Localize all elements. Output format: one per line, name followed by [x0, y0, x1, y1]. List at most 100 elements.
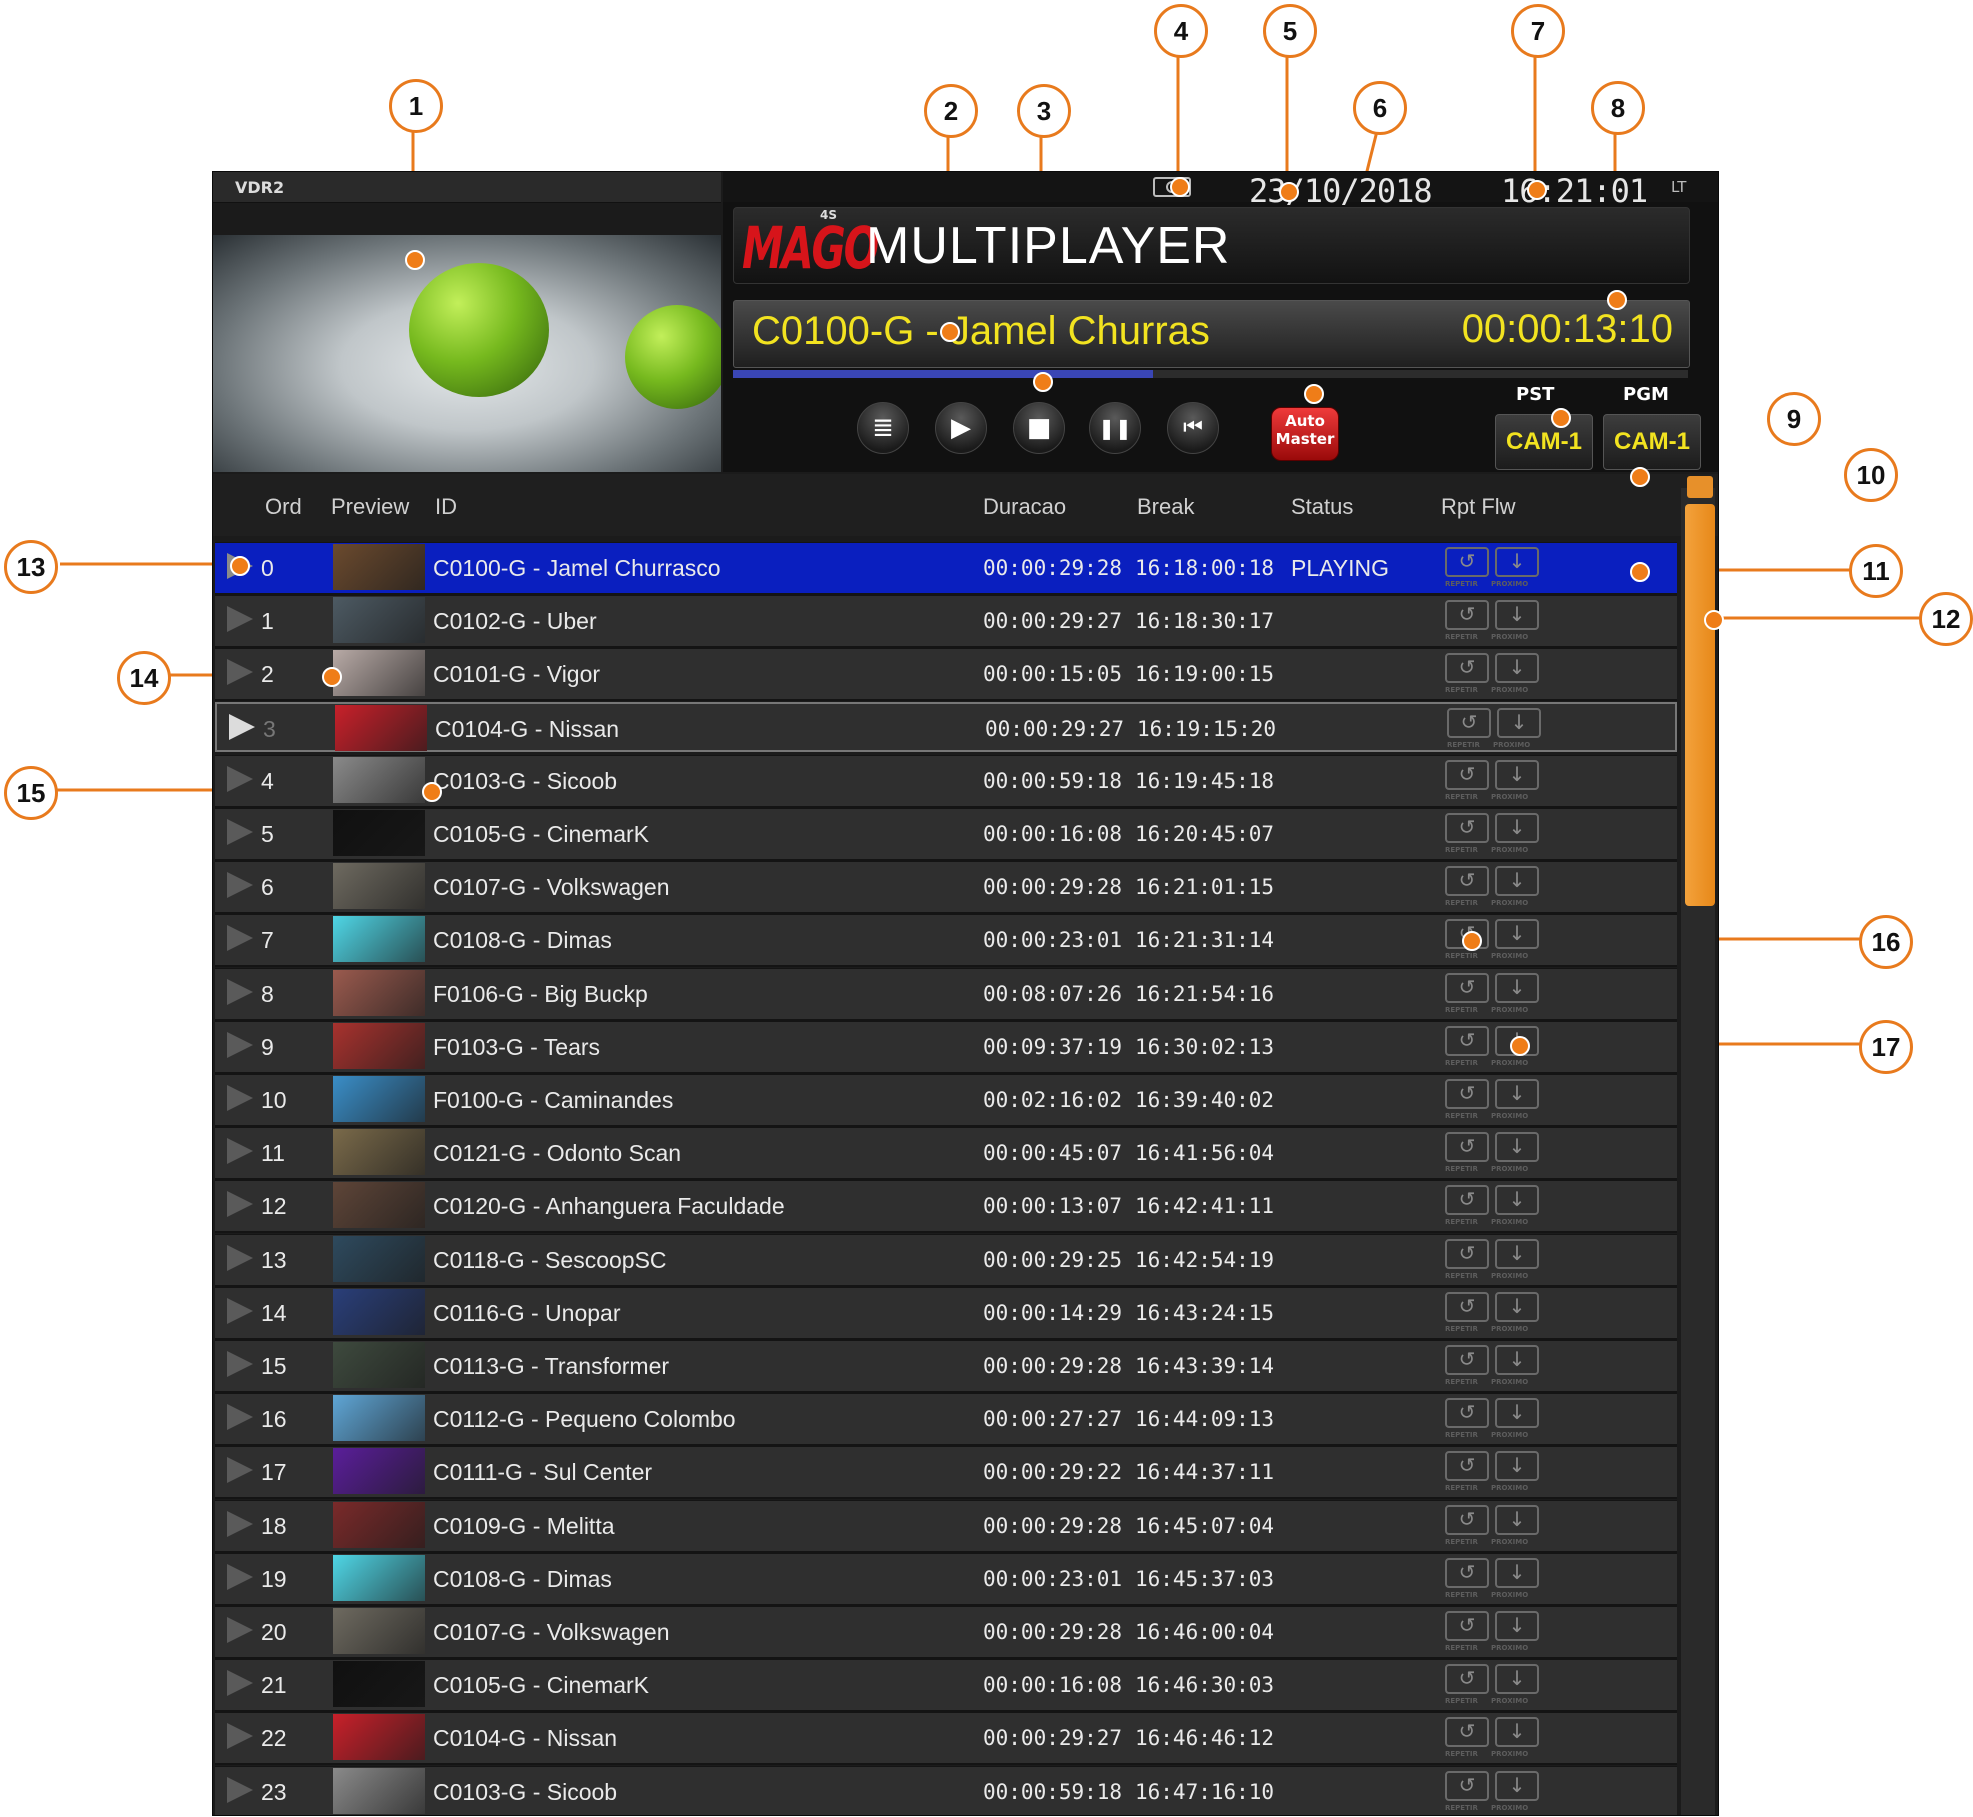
row-play-icon[interactable] [229, 713, 255, 740]
table-row[interactable]: 6 C0107-G - Volkswagen 00:00:29:28 16:21:01… [215, 861, 1677, 915]
follow-next-icon[interactable]: ↓ [1495, 1238, 1539, 1269]
repeat-icon[interactable]: ↺ [1445, 1664, 1489, 1695]
follow-next-icon[interactable]: ↓ [1495, 1557, 1539, 1588]
table-row[interactable]: 14 C0116-G - Unopar 00:00:14:29 16:43:24:15… [215, 1286, 1677, 1340]
follow-next-icon[interactable]: ↓ [1495, 759, 1539, 790]
scrollbar-thumb[interactable] [1685, 504, 1715, 906]
row-preview-thumbnail[interactable] [333, 1395, 425, 1442]
repeat-icon[interactable]: ↺ [1445, 1504, 1489, 1535]
row-preview-thumbnail[interactable] [333, 1288, 425, 1335]
follow-next-icon[interactable]: ↓ [1495, 1185, 1539, 1216]
table-row[interactable]: 15 C0113-G - Transformer 00:00:29:28 16:43:… [215, 1340, 1677, 1393]
row-play-icon[interactable] [227, 1617, 253, 1643]
col-duration[interactable]: Duracao [983, 494, 1066, 520]
repeat-icon[interactable]: ↺ [1445, 1025, 1489, 1056]
follow-next-icon[interactable]: ↓ [1495, 1717, 1539, 1748]
follow-next-icon[interactable]: ↓ [1495, 1611, 1539, 1641]
follow-next-icon[interactable]: ↓ [1495, 1504, 1539, 1535]
table-row[interactable]: 19 C0108-G - Dimas 00:00:23:01 16:45:37:03 ↺… [215, 1552, 1677, 1606]
row-preview-thumbnail[interactable] [333, 1554, 425, 1601]
row-preview-thumbnail[interactable] [333, 969, 425, 1016]
row-preview-thumbnail[interactable] [333, 1608, 425, 1654]
row-play-icon[interactable] [227, 1670, 253, 1697]
repeat-icon[interactable]: ↺ [1445, 813, 1489, 843]
repeat-icon[interactable]: ↺ [1445, 653, 1489, 684]
table-row[interactable]: 10 F0100-G - Caminandes 00:02:16:02 16:39:4… [215, 1074, 1677, 1127]
row-preview-thumbnail[interactable] [333, 1235, 425, 1282]
row-play-icon[interactable] [227, 765, 253, 792]
row-play-icon[interactable] [227, 1404, 253, 1431]
row-play-icon[interactable] [227, 1351, 253, 1377]
scroll-up-button[interactable] [1687, 476, 1713, 498]
follow-next-icon[interactable]: ↓ [1495, 919, 1539, 950]
follow-next-icon[interactable]: ↓ [1495, 972, 1539, 1003]
table-row[interactable]: 1 C0102-G - Uber 00:00:29:27 16:18:30:17 ↺ ↓ R… [215, 595, 1677, 649]
col-rpt-flw[interactable]: Rpt Flw [1441, 494, 1516, 520]
row-play-icon[interactable] [227, 659, 253, 686]
row-play-icon[interactable] [227, 1457, 253, 1484]
row-play-icon[interactable] [227, 1563, 253, 1590]
table-row[interactable]: 21 C0105-G - CinemarK 00:00:16:08 16:46:30:… [215, 1659, 1677, 1713]
col-break[interactable]: Break [1137, 494, 1194, 520]
follow-next-icon[interactable]: ↓ [1495, 866, 1539, 897]
follow-next-icon[interactable]: ↓ [1495, 547, 1539, 577]
pgm-source-button[interactable]: CAM-1 [1603, 414, 1701, 470]
repeat-icon[interactable]: ↺ [1445, 1185, 1489, 1216]
follow-next-icon[interactable]: ↓ [1495, 1291, 1539, 1322]
follow-next-icon[interactable]: ↓ [1495, 1451, 1539, 1482]
row-preview-thumbnail[interactable] [335, 704, 427, 751]
row-play-icon[interactable] [227, 872, 253, 899]
stop-button[interactable]: ■ [1013, 402, 1065, 454]
row-preview-thumbnail[interactable] [333, 1661, 425, 1708]
auto-master-button[interactable]: Auto Master [1271, 407, 1339, 461]
follow-next-icon[interactable]: ↓ [1495, 1664, 1539, 1695]
table-row[interactable]: 5 C0105-G - CinemarK 00:00:16:08 16:20:45:0… [215, 808, 1677, 861]
restart-button[interactable]: ⏮ [1167, 402, 1219, 454]
row-play-icon[interactable] [227, 925, 253, 952]
table-row[interactable]: 8 F0106-G - Big Buckp 00:08:07:26 16:21:54:… [215, 967, 1677, 1021]
table-row[interactable]: 9F0103-G - Tears00:09:37:1916:30:02:13↺↓… [215, 1020, 1677, 1074]
row-preview-thumbnail[interactable] [333, 1501, 425, 1548]
row-play-icon[interactable] [227, 606, 253, 633]
follow-next-icon[interactable]: ↓ [1495, 1770, 1539, 1801]
play-button[interactable]: ▶ [935, 402, 987, 454]
row-preview-thumbnail[interactable] [333, 1076, 425, 1122]
table-row[interactable]: 23 C0103-G - Sicoob 00:00:59:18 16:47:16:10… [215, 1765, 1677, 1815]
follow-next-icon[interactable]: ↓ [1495, 600, 1539, 631]
pst-source-button[interactable]: CAM-1 [1495, 414, 1593, 470]
row-preview-thumbnail[interactable] [333, 1714, 425, 1761]
row-preview-thumbnail[interactable] [333, 810, 425, 856]
table-row[interactable]: 13 C0118-G - SescoopSC 00:00:29:25 16:42:54… [215, 1233, 1677, 1287]
follow-next-icon[interactable]: ↓ [1495, 653, 1539, 684]
row-play-icon[interactable] [227, 1085, 253, 1111]
col-ord[interactable]: Ord [265, 494, 302, 520]
row-preview-thumbnail[interactable] [333, 916, 425, 963]
table-row[interactable]: 3 C0104-G - Nissan 00:00:29:27 16:19:15:20 ↺… [215, 701, 1677, 752]
table-row[interactable]: 18 C0109-G - Melitta 00:00:29:28 16:45:07:0… [215, 1499, 1677, 1553]
repeat-icon[interactable]: ↺ [1445, 759, 1489, 790]
repeat-icon[interactable]: ↺ [1445, 600, 1489, 631]
follow-next-icon[interactable]: ↓ [1495, 813, 1539, 843]
row-preview-thumbnail[interactable] [333, 1342, 425, 1388]
table-row[interactable]: 16 C0112-G - Pequeno Colombo 00:00:27:27 16… [215, 1393, 1677, 1447]
follow-next-icon[interactable]: ↓ [1495, 1398, 1539, 1429]
table-row[interactable]: 11 C0121-G - Odonto Scan 00:00:45:07 16:41:… [215, 1127, 1677, 1181]
row-preview-thumbnail[interactable] [333, 1448, 425, 1495]
repeat-icon[interactable]: ↺ [1445, 547, 1489, 577]
row-preview-thumbnail[interactable] [333, 1182, 425, 1229]
follow-next-icon[interactable]: ↓ [1495, 1132, 1539, 1163]
playback-progress-bar[interactable] [733, 370, 1688, 378]
follow-next-icon[interactable]: ↓ [1495, 1079, 1539, 1109]
col-status[interactable]: Status [1291, 494, 1353, 520]
row-play-icon[interactable] [227, 1510, 253, 1537]
row-play-icon[interactable] [227, 1031, 253, 1058]
row-play-icon[interactable] [227, 1244, 253, 1271]
repeat-icon[interactable]: ↺ [1445, 1770, 1489, 1801]
table-row[interactable]: 0 C0100-G - Jamel Churrasco 00:00:29:28 16:… [215, 542, 1677, 595]
follow-next-icon[interactable]: ↓ [1497, 707, 1541, 738]
repeat-icon[interactable]: ↺ [1445, 1398, 1489, 1429]
row-preview-thumbnail[interactable] [333, 597, 425, 644]
col-preview[interactable]: Preview [331, 494, 409, 520]
row-play-icon[interactable] [227, 1776, 253, 1803]
row-play-icon[interactable] [227, 1723, 253, 1750]
